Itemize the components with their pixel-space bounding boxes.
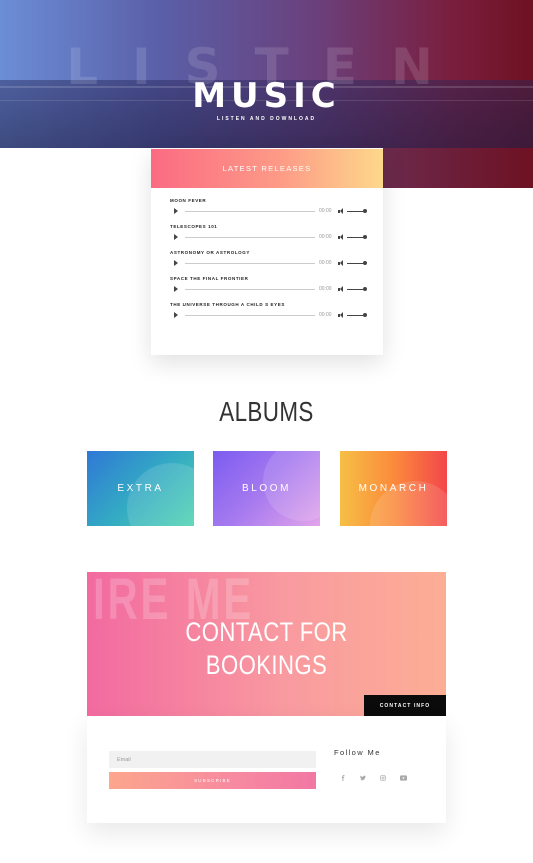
music-page: LISTEN MUSIC LISTEN AND DOWNLOAD LATEST … bbox=[0, 0, 533, 863]
decorative-circle bbox=[127, 463, 194, 526]
audio-controls: 00:00 bbox=[170, 258, 370, 268]
track-title: THE UNIVERSE THROUGH A CHILD S EYES bbox=[170, 302, 285, 307]
progress-bar[interactable] bbox=[185, 288, 315, 290]
email-field[interactable] bbox=[109, 751, 316, 768]
volume-slider-handle[interactable] bbox=[363, 313, 367, 317]
play-icon[interactable] bbox=[174, 234, 178, 240]
play-icon[interactable] bbox=[174, 312, 178, 318]
track-item: SPACE THE FINAL FRONTIER 00:00 bbox=[170, 276, 370, 294]
subscribe-button[interactable]: SUBSCRIBE bbox=[109, 772, 316, 789]
contact-info-button[interactable]: CONTACT INFO bbox=[364, 695, 446, 716]
play-icon[interactable] bbox=[174, 260, 178, 266]
track-time: 00:00 bbox=[319, 285, 332, 292]
contact-banner: IRE ME CONTACT FOR BOOKINGS CONTACT INFO bbox=[87, 572, 446, 716]
track-title: SPACE THE FINAL FRONTIER bbox=[170, 276, 249, 281]
album-label: EXTRA bbox=[117, 483, 164, 494]
album-card-monarch[interactable]: MONARCH bbox=[340, 451, 447, 526]
volume-icon[interactable] bbox=[338, 234, 343, 240]
progress-bar[interactable] bbox=[185, 314, 315, 316]
contact-title-line: CONTACT FOR bbox=[185, 617, 348, 647]
volume-slider-handle[interactable] bbox=[363, 209, 367, 213]
contact-title-line: BOOKINGS bbox=[205, 650, 328, 680]
volume-icon[interactable] bbox=[338, 208, 343, 214]
volume-icon[interactable] bbox=[338, 286, 343, 292]
track-item: ASTRONOMY OR ASTROLOGY 00:00 bbox=[170, 250, 370, 268]
track-time: 00:00 bbox=[319, 207, 332, 214]
volume-slider-handle[interactable] bbox=[363, 287, 367, 291]
progress-bar[interactable] bbox=[185, 262, 315, 264]
twitter-icon[interactable] bbox=[359, 774, 367, 782]
track-item: THE UNIVERSE THROUGH A CHILD S EYES 00:0… bbox=[170, 302, 370, 320]
audio-controls: 00:00 bbox=[170, 232, 370, 242]
hero-banner: LISTEN MUSIC LISTEN AND DOWNLOAD bbox=[0, 0, 533, 148]
audio-controls: 00:00 bbox=[170, 310, 370, 320]
playlist-heading: LATEST RELEASES bbox=[151, 149, 383, 188]
albums-heading: ALBUMS bbox=[219, 396, 314, 427]
audio-controls: 00:00 bbox=[170, 284, 370, 294]
hero-subtitle: LISTEN AND DOWNLOAD bbox=[216, 116, 317, 122]
progress-bar[interactable] bbox=[185, 236, 315, 238]
subscribe-panel: SUBSCRIBE Follow Me bbox=[87, 716, 446, 823]
track-time: 00:00 bbox=[319, 311, 332, 318]
track-time: 00:00 bbox=[319, 259, 332, 266]
play-icon[interactable] bbox=[174, 286, 178, 292]
volume-slider-handle[interactable] bbox=[363, 235, 367, 239]
volume-icon[interactable] bbox=[338, 312, 343, 318]
album-card-extra[interactable]: EXTRA bbox=[87, 451, 194, 526]
volume-slider-handle[interactable] bbox=[363, 261, 367, 265]
instagram-icon[interactable] bbox=[379, 774, 387, 782]
hero-banner-extension bbox=[383, 148, 533, 188]
track-time: 00:00 bbox=[319, 233, 332, 240]
track-item: TELESCOPES 101 00:00 bbox=[170, 224, 370, 242]
album-label: BLOOM bbox=[241, 483, 292, 494]
volume-icon[interactable] bbox=[338, 260, 343, 266]
audio-controls: 00:00 bbox=[170, 206, 370, 216]
latest-releases-player: LATEST RELEASES MOON FEVER 00:00 TELESCO… bbox=[151, 149, 383, 355]
progress-bar[interactable] bbox=[185, 210, 315, 212]
hero-title: MUSIC bbox=[192, 76, 341, 116]
play-icon[interactable] bbox=[174, 208, 178, 214]
track-title: MOON FEVER bbox=[170, 198, 207, 203]
album-label: MONARCH bbox=[358, 483, 429, 494]
album-card-bloom[interactable]: BLOOM bbox=[213, 451, 320, 526]
follow-label: Follow Me bbox=[334, 748, 381, 757]
track-title: ASTRONOMY OR ASTROLOGY bbox=[170, 250, 250, 255]
track-title: TELESCOPES 101 bbox=[170, 224, 218, 229]
contact-title: CONTACT FOR BOOKINGS bbox=[119, 616, 413, 682]
youtube-icon[interactable] bbox=[399, 774, 407, 782]
track-item: MOON FEVER 00:00 bbox=[170, 198, 370, 216]
facebook-icon[interactable] bbox=[339, 774, 347, 782]
